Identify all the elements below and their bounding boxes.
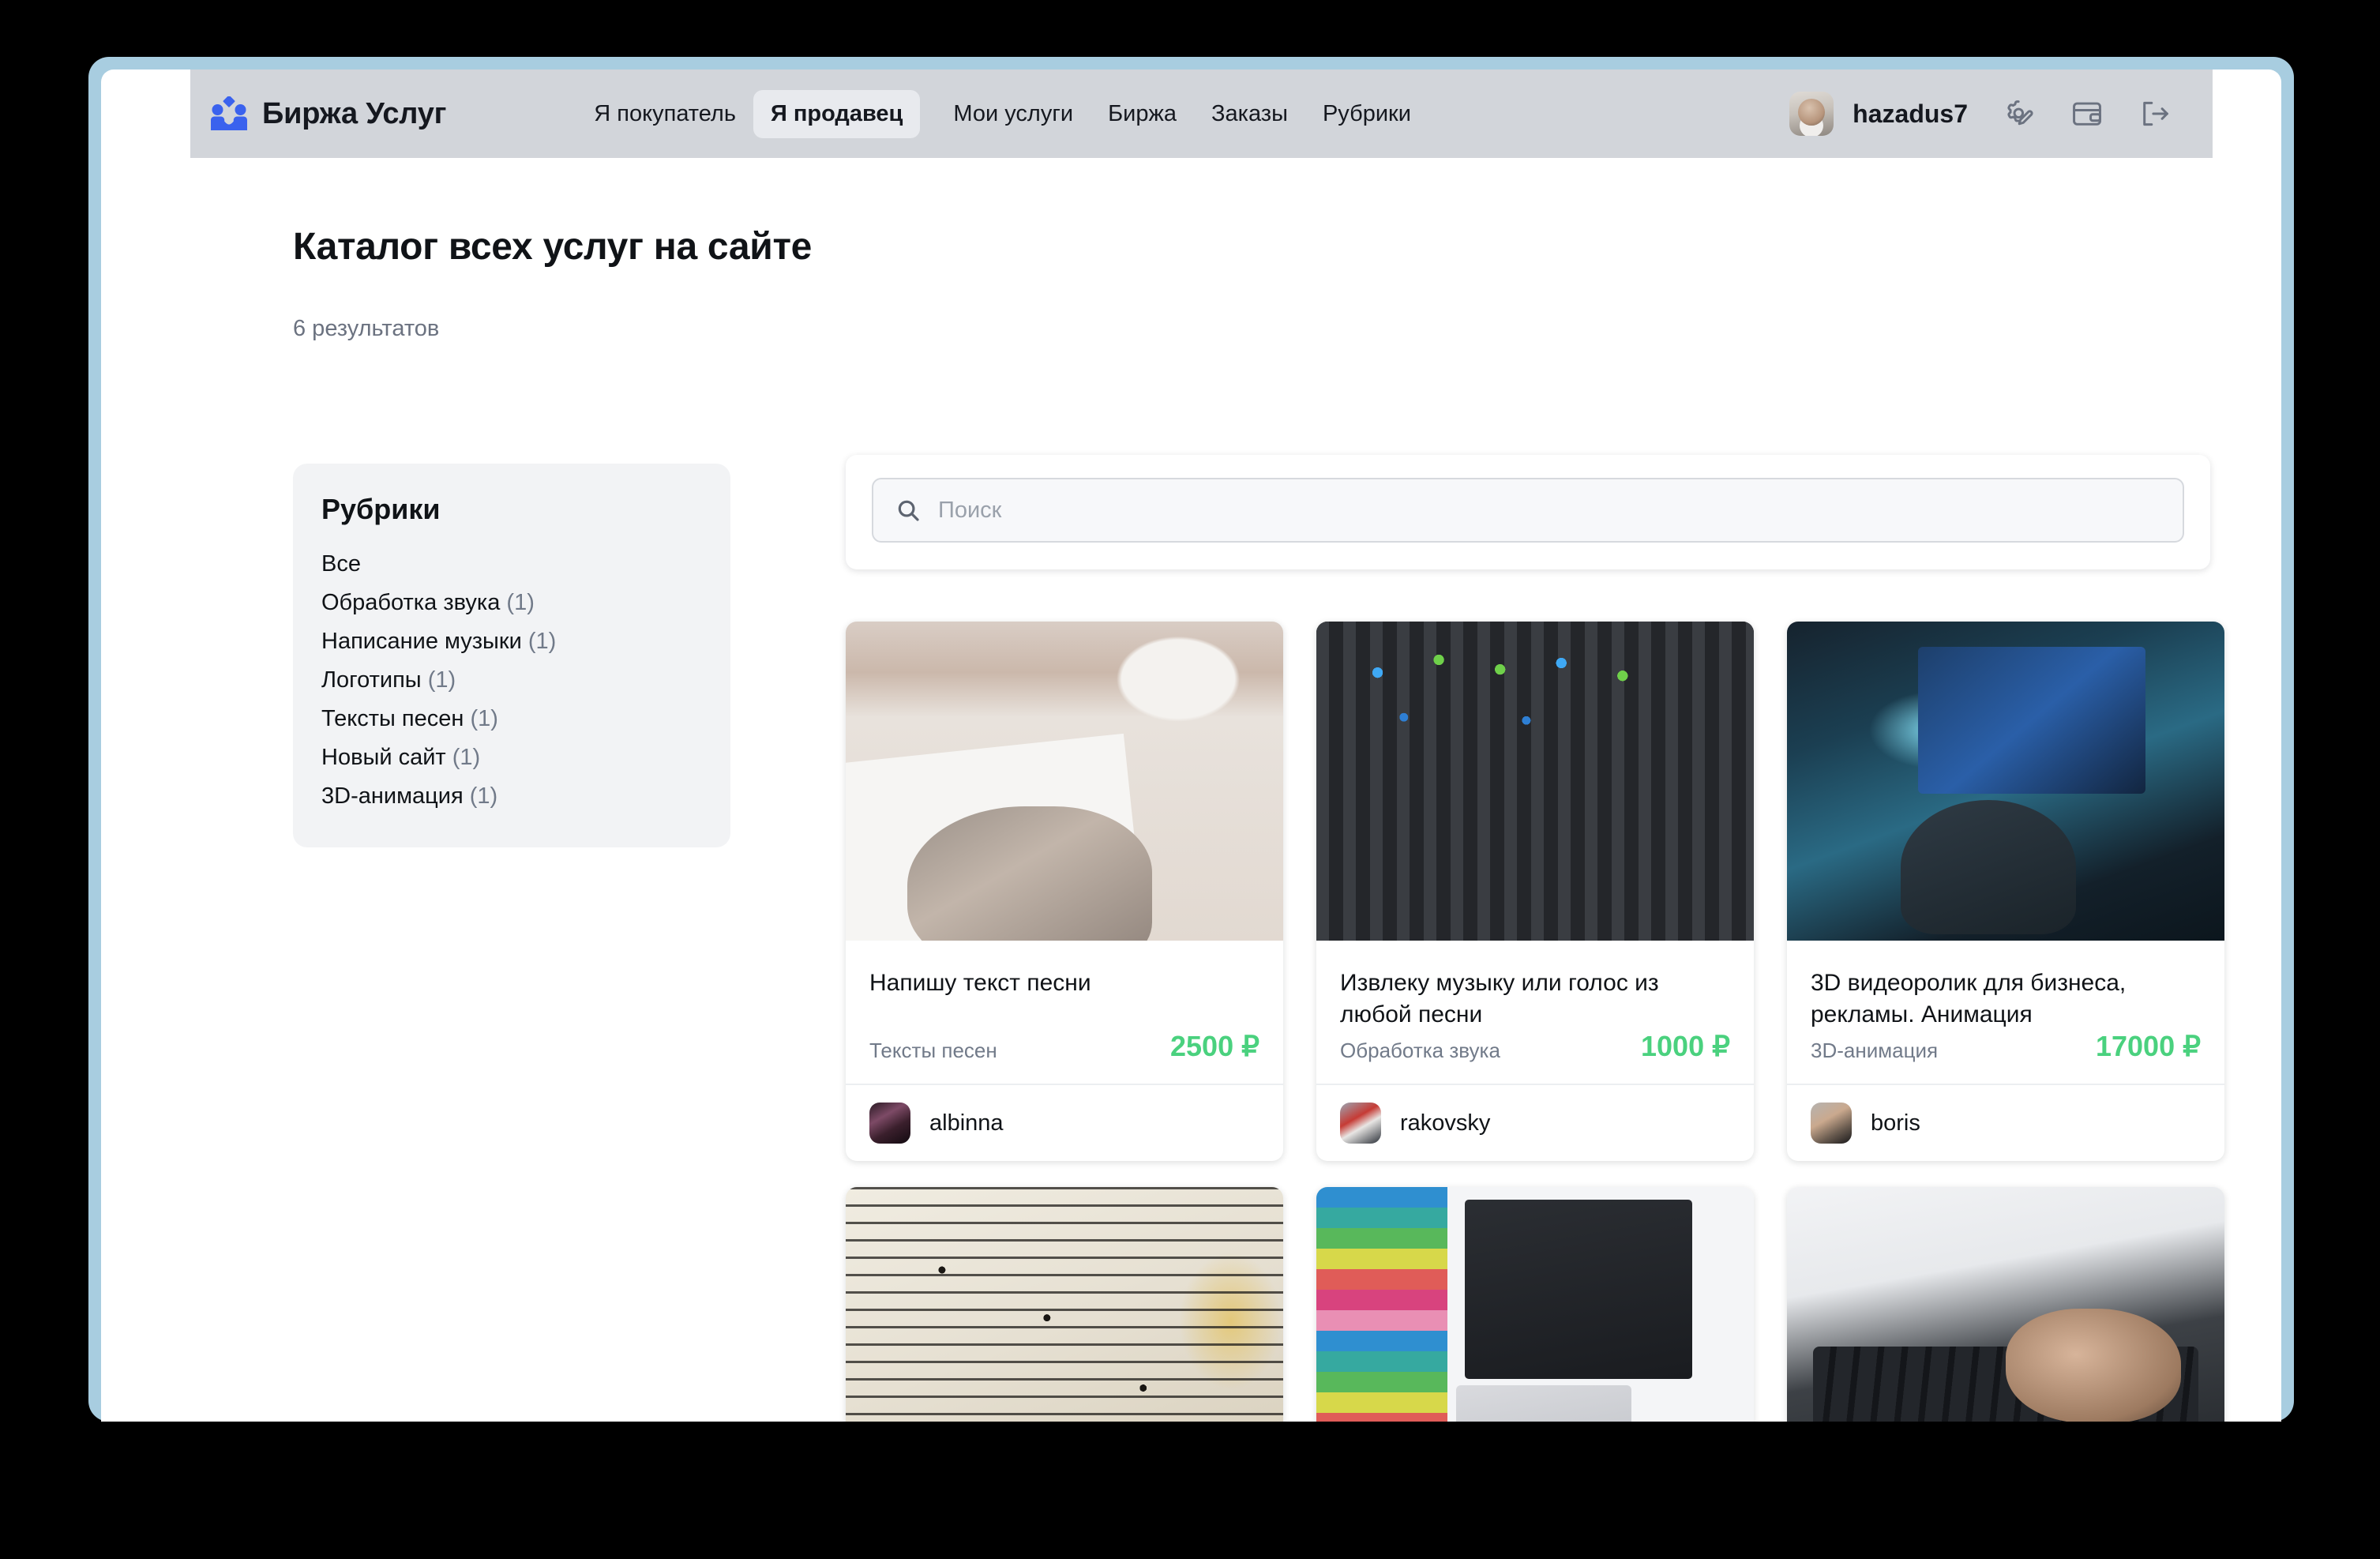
brand-name: Биржа Услуг — [262, 96, 447, 130]
browser-window-frame: Биржа Услуг Я покупатель Я продавец Мои … — [88, 57, 2294, 1422]
search-input[interactable] — [938, 497, 2160, 524]
service-card-meta: Обработка звука 1000 ₽ — [1316, 1030, 1754, 1084]
sidebar-item-song-lyrics[interactable]: Тексты песен (1) — [321, 700, 730, 738]
service-card[interactable]: Извлеку музыку или голос из любой песни … — [1316, 622, 1754, 1162]
handshake-people-icon — [211, 96, 247, 130]
sidebar-item-count: (1) — [427, 667, 456, 693]
results-count: 6 результатов — [293, 316, 440, 341]
search-box[interactable] — [872, 478, 2184, 543]
service-author-row[interactable]: albinna — [846, 1084, 1283, 1161]
service-category: Обработка звука — [1340, 1039, 1500, 1063]
sidebar-item-new-site[interactable]: Новый сайт (1) — [321, 738, 730, 777]
nav-item-buyer[interactable]: Я покупатель — [576, 90, 753, 138]
service-thumbnail — [1316, 622, 1754, 941]
service-thumbnail — [846, 622, 1283, 941]
service-card-body: Напишу текст песни — [846, 941, 1283, 1030]
avatar[interactable] — [1789, 92, 1834, 136]
service-card-body: 3D видеоролик для бизнеса, рекламы. Аним… — [1787, 941, 2224, 1030]
service-card[interactable]: 3D видеоролик для бизнеса, рекламы. Аним… — [1787, 622, 2224, 1162]
settings-gear-edit-icon[interactable] — [2003, 97, 2036, 130]
sidebar-item-label: Все — [321, 551, 361, 577]
sidebar-item-audio-processing[interactable]: Обработка звука (1) — [321, 584, 730, 622]
author-name: albinna — [929, 1110, 1004, 1136]
service-card[interactable] — [1316, 1187, 1754, 1422]
search-icon — [898, 500, 919, 521]
author-name: boris — [1871, 1110, 1920, 1136]
main-column: Напишу текст песни Тексты песен 2500 ₽ a… — [846, 455, 2224, 1422]
user-area: hazadus7 — [1789, 92, 2172, 136]
nav-item-seller[interactable]: Я продавец — [753, 89, 921, 138]
service-title: Напишу текст песни — [869, 970, 1091, 996]
sidebar-item-logos[interactable]: Логотипы (1) — [321, 661, 730, 700]
service-category: 3D-анимация — [1811, 1039, 1939, 1063]
search-panel — [846, 455, 2210, 569]
browser-viewport: Биржа Услуг Я покупатель Я продавец Мои … — [101, 69, 2281, 1422]
service-card-meta: 3D-анимация 17000 ₽ — [1787, 1030, 2224, 1084]
service-card[interactable] — [846, 1187, 1283, 1422]
sidebar-item-label: Новый сайт — [321, 745, 446, 770]
author-avatar — [1340, 1103, 1381, 1144]
service-thumbnail — [1787, 1187, 2224, 1422]
service-price: 17000 ₽ — [2095, 1030, 2201, 1063]
sidebar-item-label: Обработка звука — [321, 590, 501, 615]
main-nav: Я покупатель Я продавец Мои услуги Биржа… — [576, 89, 1428, 138]
service-title: 3D видеоролик для бизнеса, рекламы. Аним… — [1811, 970, 2127, 1027]
service-price: 1000 ₽ — [1641, 1030, 1730, 1063]
sidebar-item-label: Логотипы — [321, 667, 422, 693]
app-header: Биржа Услуг Я покупатель Я продавец Мои … — [190, 69, 2213, 158]
sidebar-item-all[interactable]: Все — [321, 545, 730, 584]
service-card[interactable] — [1787, 1187, 2224, 1422]
service-title: Извлеку музыку или голос из любой песни — [1340, 970, 1659, 1027]
service-thumbnail — [846, 1187, 1283, 1422]
service-card-meta: Тексты песен 2500 ₽ — [846, 1030, 1283, 1084]
sidebar-item-count: (1) — [452, 745, 481, 770]
author-avatar — [869, 1103, 910, 1144]
nav-item-my-services[interactable]: Мои услуги — [936, 90, 1091, 138]
wallet-icon[interactable] — [2070, 97, 2104, 130]
sidebar-item-music-writing[interactable]: Написание музыки (1) — [321, 622, 730, 661]
sidebar-item-count: (1) — [470, 706, 498, 731]
logout-icon[interactable] — [2138, 97, 2172, 130]
service-card[interactable]: Напишу текст песни Тексты песен 2500 ₽ a… — [846, 622, 1283, 1162]
nav-item-exchange[interactable]: Биржа — [1091, 90, 1194, 138]
username-label[interactable]: hazadus7 — [1853, 100, 1968, 129]
sidebar-item-label: 3D-анимация — [321, 783, 464, 809]
sidebar-item-label: Написание музыки — [321, 629, 522, 654]
sidebar-item-label: Тексты песен — [321, 706, 464, 731]
service-thumbnail — [1316, 1187, 1754, 1422]
nav-item-categories[interactable]: Рубрики — [1305, 90, 1428, 138]
nav-item-orders[interactable]: Заказы — [1194, 90, 1305, 138]
service-thumbnail — [1787, 622, 2224, 941]
author-avatar — [1811, 1103, 1852, 1144]
sidebar-item-count: (1) — [506, 590, 535, 615]
sidebar-item-count: (1) — [527, 629, 557, 654]
service-price: 2500 ₽ — [1170, 1030, 1259, 1063]
service-card-grid: Напишу текст песни Тексты песен 2500 ₽ a… — [846, 622, 2224, 1422]
service-category: Тексты песен — [869, 1039, 997, 1063]
sidebar-title: Рубрики — [321, 493, 441, 525]
page-title: Каталог всех услуг на сайте — [293, 226, 813, 268]
service-card-body: Извлеку музыку или голос из любой песни — [1316, 941, 1754, 1030]
service-author-row[interactable]: boris — [1787, 1084, 2224, 1161]
categories-sidebar: Рубрики Все Обработка звука (1) Написани… — [293, 464, 730, 847]
sidebar-item-count: (1) — [469, 783, 498, 809]
brand-logo-link[interactable]: Биржа Услуг — [210, 96, 446, 131]
author-name: rakovsky — [1400, 1110, 1491, 1136]
sidebar-item-3d-animation[interactable]: 3D-анимация (1) — [321, 777, 730, 816]
service-author-row[interactable]: rakovsky — [1316, 1084, 1754, 1161]
page-body: Каталог всех услуг на сайте 6 результато… — [190, 158, 2281, 1422]
